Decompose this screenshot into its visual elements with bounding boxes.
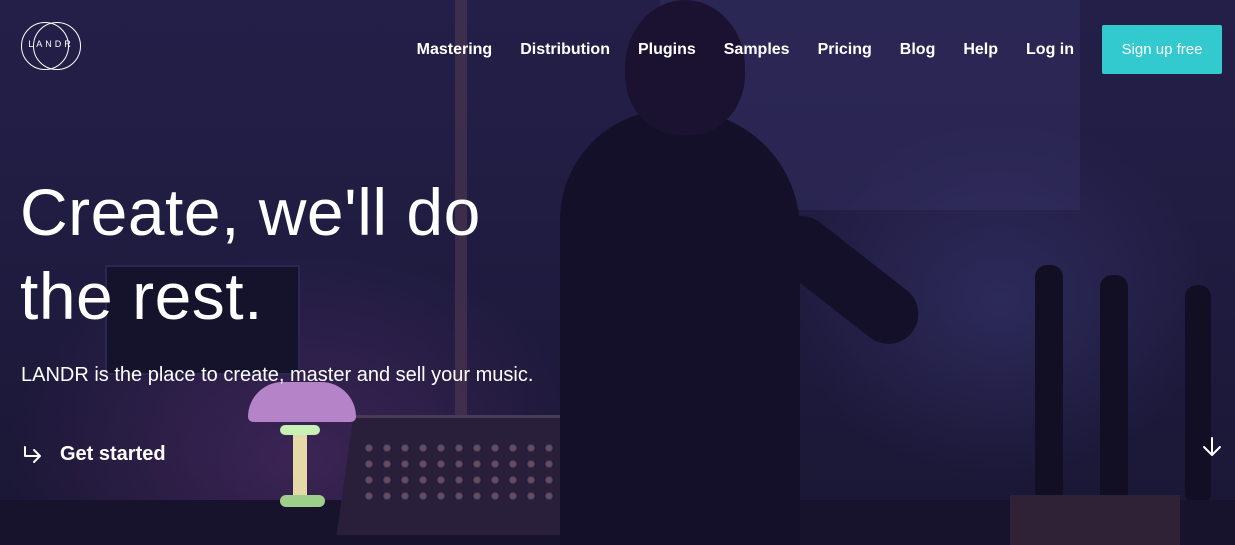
synthesizer	[1010, 495, 1180, 545]
mixer-knobs	[360, 440, 580, 500]
musician-silhouette	[560, 110, 800, 545]
nav-item-samples[interactable]: Samples	[724, 41, 790, 59]
logo-text: LANDR	[28, 39, 74, 49]
headline-line-2: the rest.	[20, 259, 263, 333]
guitar	[1100, 275, 1128, 505]
lamp-glow	[280, 425, 320, 435]
lamp-base	[280, 495, 325, 507]
guitar	[1035, 265, 1063, 505]
main-nav: Mastering Distribution Plugins Samples P…	[417, 25, 1222, 74]
landr-logo[interactable]: LANDR	[21, 22, 81, 72]
nav-item-pricing[interactable]: Pricing	[818, 41, 872, 59]
sign-up-button[interactable]: Sign up free	[1102, 25, 1222, 74]
nav-item-plugins[interactable]: Plugins	[638, 41, 696, 59]
hero-section: LANDR Mastering Distribution Plugins Sam…	[0, 0, 1235, 545]
nav-item-distribution[interactable]: Distribution	[520, 41, 610, 59]
arrow-down-icon[interactable]	[1200, 435, 1224, 459]
nav-item-blog[interactable]: Blog	[900, 41, 936, 59]
guitar	[1185, 285, 1211, 505]
get-started-label: Get started	[60, 443, 166, 465]
nav-item-help[interactable]: Help	[963, 41, 998, 59]
lamp-shade	[248, 382, 356, 422]
arrow-right-icon	[24, 445, 41, 463]
hero-headline: Create, we'll do the rest.	[20, 170, 580, 338]
hero-subline: LANDR is the place to create, master and…	[21, 364, 534, 386]
headline-line-1: Create, we'll do	[20, 175, 481, 249]
get-started-button[interactable]: Get started	[21, 443, 166, 466]
log-in-link[interactable]: Log in	[1026, 41, 1074, 59]
nav-item-mastering[interactable]: Mastering	[417, 41, 493, 59]
